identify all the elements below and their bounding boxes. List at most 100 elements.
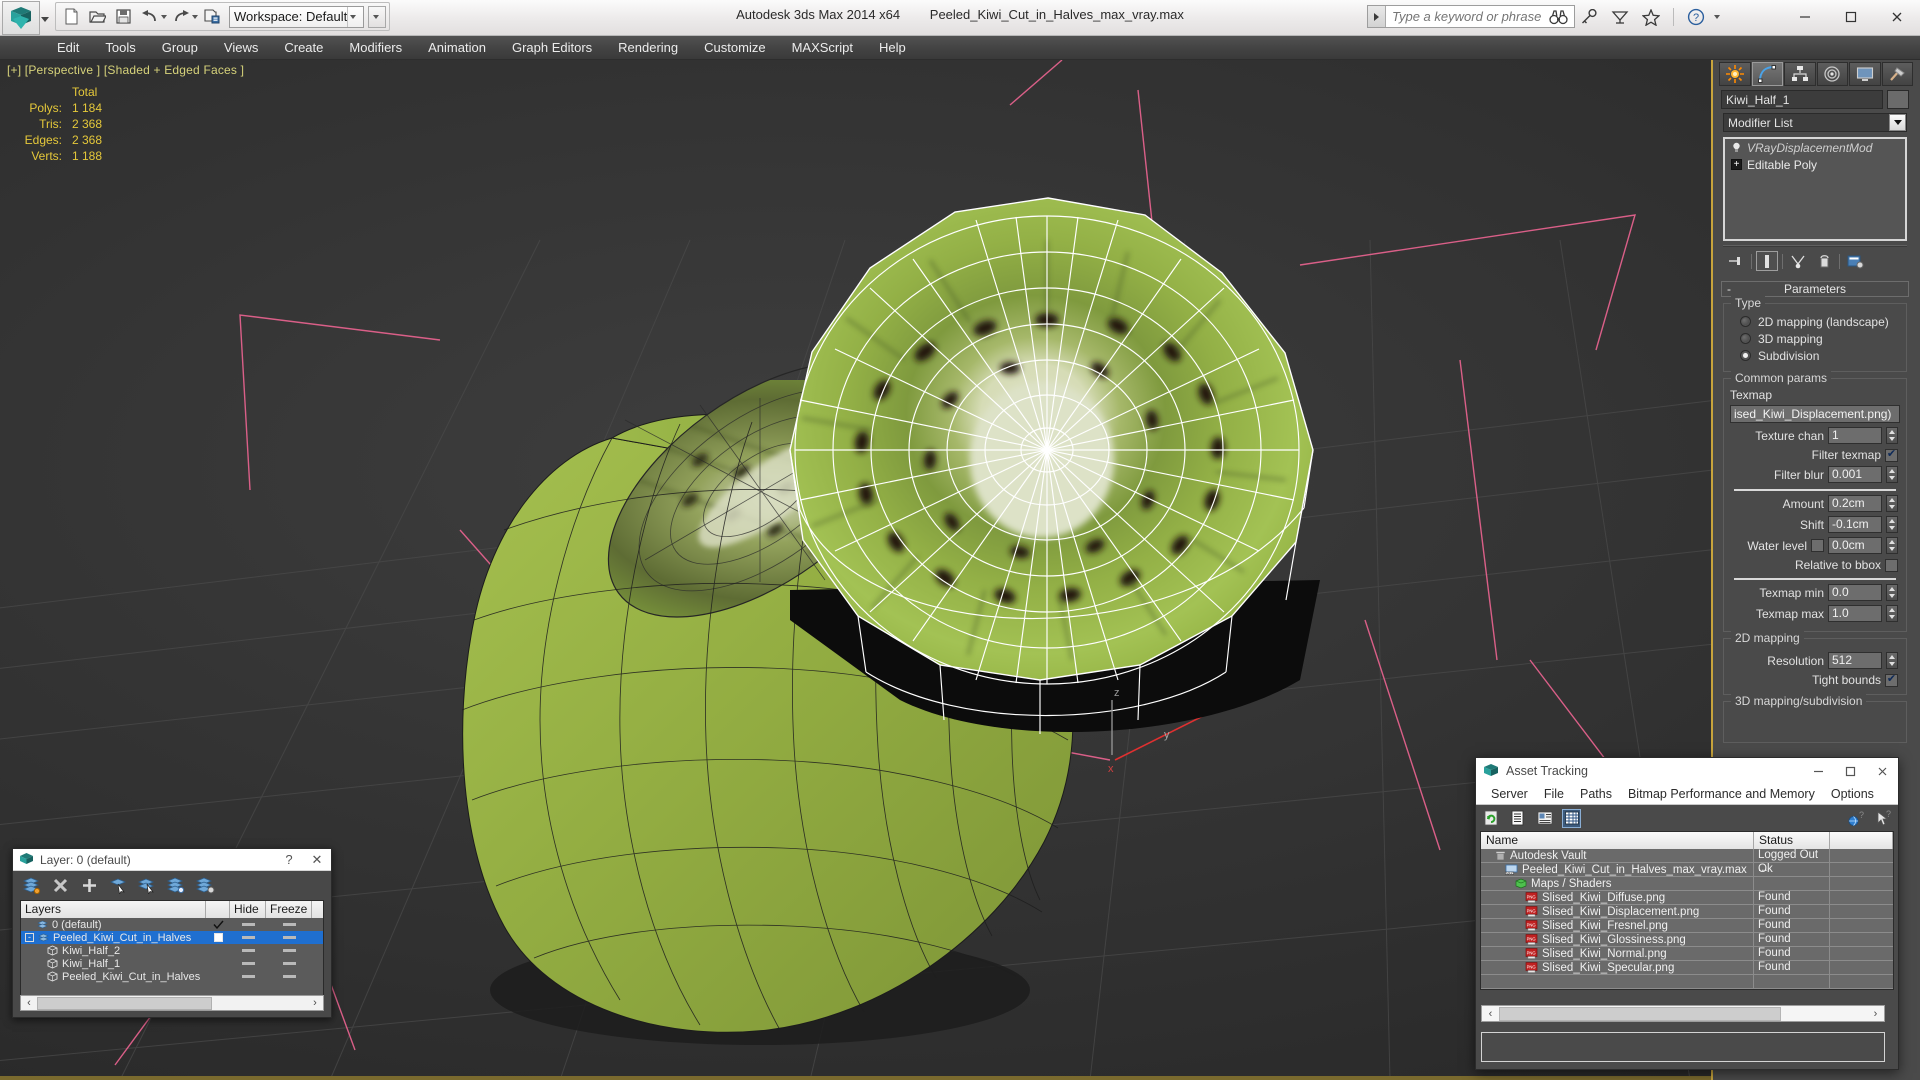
make-unique-button[interactable] xyxy=(1787,251,1809,271)
plus-box-icon[interactable]: + xyxy=(1731,159,1742,170)
scroll-right-arrow-icon[interactable]: › xyxy=(307,996,323,1010)
layer-column-hide[interactable]: Hide xyxy=(230,901,266,918)
search-input[interactable] xyxy=(1386,6,1574,27)
texmap-min-spinner[interactable] xyxy=(1886,584,1898,601)
shift-field[interactable]: -0.1cm xyxy=(1828,516,1882,533)
satellite-dish-icon[interactable] xyxy=(1609,6,1631,28)
asset-row-fresnel[interactable]: PNG Slised_Kiwi_Fresnel.png Found xyxy=(1481,919,1893,933)
filter-blur-field[interactable]: 0.001 xyxy=(1828,466,1882,483)
layer-hide-cell[interactable] xyxy=(230,975,266,978)
menu-item-edit[interactable]: Edit xyxy=(44,37,92,58)
texmap-min-field[interactable]: 0.0 xyxy=(1828,584,1882,601)
menu-item-create[interactable]: Create xyxy=(271,37,336,58)
asset-row-maps-shaders[interactable]: Maps / Shaders xyxy=(1481,877,1893,891)
texmap-max-field[interactable]: 1.0 xyxy=(1828,605,1882,622)
radio-3d-mapping[interactable]: 3D mapping xyxy=(1730,330,1900,347)
create-new-layer-button[interactable] xyxy=(21,875,42,896)
asset-row-max-file[interactable]: MAX Peeled_Kiwi_Cut_in_Halves_max_vray.m… xyxy=(1481,863,1893,877)
save-file-button[interactable] xyxy=(111,4,136,29)
radio-2d-mapping[interactable]: 2D mapping (landscape) xyxy=(1730,313,1900,330)
undo-dropdown-caret-icon[interactable] xyxy=(161,14,167,19)
binoculars-icon[interactable] xyxy=(1547,6,1569,28)
layer-hide-cell[interactable] xyxy=(230,923,266,926)
modifier-stack-item-vraydisplacementmod[interactable]: VRayDisplacementMod xyxy=(1725,139,1905,156)
detail-view-button[interactable] xyxy=(1535,809,1554,828)
texmap-max-spinner[interactable] xyxy=(1886,605,1898,622)
layer-list[interactable]: Layers Hide Freeze 0 (default) - Peeled_… xyxy=(20,900,324,998)
layer-row-peeled-kiwi-object[interactable]: Peeled_Kiwi_Cut_in_Halves xyxy=(21,970,323,983)
modify-tab[interactable] xyxy=(1751,62,1783,86)
minimize-button[interactable] xyxy=(1782,0,1828,34)
help-cursor-icon[interactable]: ? xyxy=(1874,809,1893,828)
open-file-button[interactable] xyxy=(85,4,110,29)
radio-button[interactable] xyxy=(1740,316,1751,327)
layer-dialog-close-button[interactable]: ✕ xyxy=(303,849,331,871)
modifier-stack-item-editable-poly[interactable]: + Editable Poly xyxy=(1725,156,1905,173)
scroll-right-arrow-icon[interactable]: › xyxy=(1867,1008,1884,1020)
workspace-expand-button[interactable] xyxy=(368,5,387,28)
radio-subdivision[interactable]: Subdivision xyxy=(1730,347,1900,364)
asset-row-autodesk-vault[interactable]: Autodesk Vault Logged Out ... xyxy=(1481,849,1893,874)
hierarchy-tab[interactable] xyxy=(1784,62,1816,86)
asset-menu-server[interactable]: Server xyxy=(1483,786,1536,802)
layer-column-layers[interactable]: Layers xyxy=(21,901,206,918)
layer-column-current[interactable] xyxy=(206,901,230,918)
remove-modifier-button[interactable] xyxy=(1813,251,1835,271)
layer-freeze-cell[interactable] xyxy=(266,923,312,926)
texture-chan-spinner[interactable] xyxy=(1886,427,1898,444)
asset-menu-paths[interactable]: Paths xyxy=(1572,786,1620,802)
layer-expander[interactable]: - xyxy=(25,933,34,942)
layer-horizontal-scrollbar[interactable]: ‹ › xyxy=(20,995,324,1011)
menu-item-help[interactable]: Help xyxy=(866,37,919,58)
layer-hide-cell[interactable] xyxy=(230,949,266,952)
modifier-list-dropdown[interactable]: Modifier List xyxy=(1723,113,1907,132)
layer-current-check[interactable] xyxy=(206,933,230,942)
asset-row-glossiness[interactable]: PNG Slised_Kiwi_Glossiness.png Found xyxy=(1481,933,1893,947)
motion-tab[interactable] xyxy=(1816,62,1848,86)
radio-button[interactable] xyxy=(1740,350,1751,361)
search-box[interactable] xyxy=(1367,5,1575,28)
layer-freeze-cell[interactable] xyxy=(266,962,312,965)
resolution-field[interactable]: 512 xyxy=(1828,652,1882,669)
layer-row-default[interactable]: 0 (default) xyxy=(21,918,323,931)
workspace-dropdown-caret-icon[interactable] xyxy=(347,6,359,27)
water-level-field[interactable]: 0.0cm xyxy=(1828,537,1882,554)
help-icon[interactable]: ? xyxy=(1685,6,1707,28)
scroll-thumb[interactable] xyxy=(37,996,212,1010)
layer-current-check[interactable] xyxy=(206,920,230,929)
menu-item-graph-editors[interactable]: Graph Editors xyxy=(499,37,605,58)
viewport-label[interactable]: [+] [Perspective ] [Shaded + Edged Faces… xyxy=(7,63,244,77)
asset-menu-options[interactable]: Options xyxy=(1823,786,1882,802)
highlight-selected-button[interactable] xyxy=(166,875,187,896)
water-level-spinner[interactable] xyxy=(1886,537,1898,554)
maximize-button[interactable] xyxy=(1828,0,1874,34)
delete-layer-button[interactable] xyxy=(50,875,71,896)
menu-item-maxscript[interactable]: MAXScript xyxy=(779,37,866,58)
asset-horizontal-scrollbar[interactable]: ‹ › xyxy=(1481,1005,1885,1022)
layer-row-kiwi-half-2[interactable]: Kiwi_Half_2 xyxy=(21,944,323,957)
object-color-swatch[interactable] xyxy=(1887,90,1909,109)
redo-button[interactable] xyxy=(168,4,193,29)
relative-to-bbox-checkbox[interactable] xyxy=(1885,558,1898,572)
layer-hide-cell[interactable] xyxy=(230,936,266,939)
layer-properties-button[interactable] xyxy=(195,875,216,896)
asset-tracking-grid[interactable]: Name Status Autodesk Vault Logged Out ..… xyxy=(1480,831,1894,990)
menu-item-modifiers[interactable]: Modifiers xyxy=(336,37,415,58)
select-objects-in-layer-button[interactable] xyxy=(108,875,129,896)
asset-menu-bitmap-performance[interactable]: Bitmap Performance and Memory xyxy=(1620,786,1823,802)
texture-chan-field[interactable]: 1 xyxy=(1828,427,1882,444)
scroll-thumb[interactable] xyxy=(1499,1006,1781,1021)
menu-item-tools[interactable]: Tools xyxy=(92,37,148,58)
layer-dialog-help-button[interactable]: ? xyxy=(275,849,303,871)
layer-hide-cell[interactable] xyxy=(230,962,266,965)
amount-field[interactable]: 0.2cm xyxy=(1828,495,1882,512)
asset-row-specular[interactable]: PNG Slised_Kiwi_Specular.png Found xyxy=(1481,961,1893,975)
layer-freeze-cell[interactable] xyxy=(266,949,312,952)
modifier-stack[interactable]: VRayDisplacementMod + Editable Poly xyxy=(1723,137,1907,241)
shift-spinner[interactable] xyxy=(1886,516,1898,533)
asset-tracking-window[interactable]: Asset Tracking Server File Paths Bitmap … xyxy=(1475,757,1899,1070)
grid-view-button[interactable] xyxy=(1562,808,1581,828)
layer-column-freeze[interactable]: Freeze xyxy=(266,901,312,918)
layer-freeze-cell[interactable] xyxy=(266,936,312,939)
asset-row-normal[interactable]: PNG Slised_Kiwi_Normal.png Found xyxy=(1481,947,1893,961)
